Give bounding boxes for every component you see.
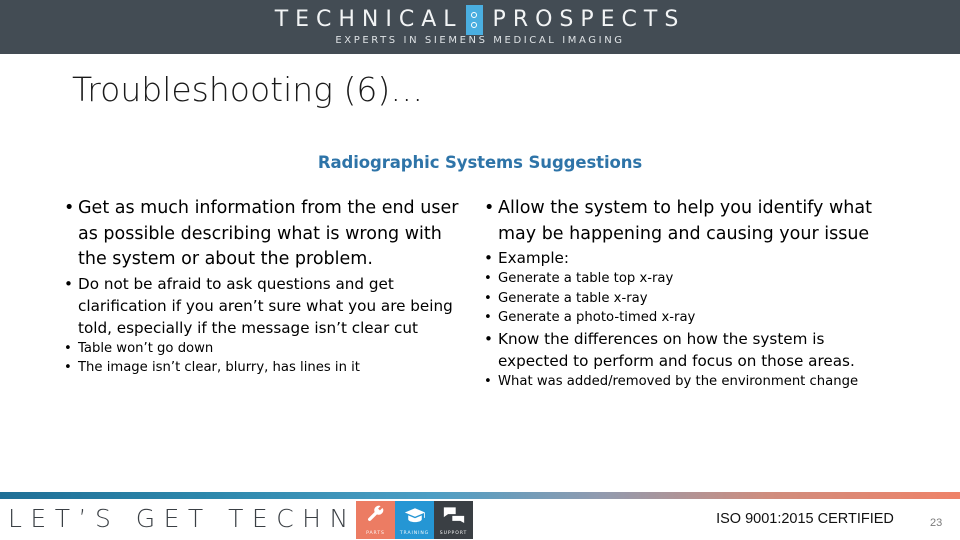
list-item: • Example: (482, 247, 894, 269)
left-bullet-list-level1: • Get as much information from the end u… (62, 196, 474, 273)
logo-word-technical: TECHNICAL (274, 7, 463, 32)
footer-tile-group: PARTS TRAINING SUPPORT (356, 501, 473, 539)
list-item-text: Table won’t go down (78, 340, 214, 356)
bullet-glyph: • (64, 274, 73, 293)
slide-header: TECHNICAL PROSPECTS EXPERTS IN SIEMENS ME… (0, 0, 960, 54)
list-item-text: Know the differences on how the system i… (498, 329, 855, 370)
graduation-cap-icon (395, 505, 434, 525)
list-item-text: What was added/removed by the environmen… (498, 373, 859, 389)
list-item-text: Generate a table top x-ray (498, 271, 674, 286)
footer-tile-label: PARTS (366, 531, 385, 536)
list-item-text: Allow the system to help you identify wh… (498, 198, 872, 244)
page-title: Troubleshooting (6)… (72, 70, 424, 109)
list-item-text: Generate a photo-timed x-ray (498, 310, 696, 325)
list-item: • Get as much information from the end u… (62, 196, 474, 273)
list-item-text: Generate a table x-ray (498, 290, 648, 306)
footer-gradient-bar (0, 492, 960, 499)
list-item-text: Get as much information from the end use… (78, 198, 459, 269)
logo-tagline: EXPERTS IN SIEMENS MEDICAL IMAGING (335, 35, 625, 46)
speech-bubbles-icon (434, 505, 473, 525)
iso-certification-text: ISO 9001:2015 CERTIFIED (716, 511, 894, 527)
bullet-glyph: • (484, 271, 492, 286)
bullet-glyph: • (64, 340, 72, 356)
bullet-glyph: • (484, 329, 493, 348)
bullet-glyph: • (484, 198, 495, 218)
logo-word-prospects: PROSPECTS (492, 7, 686, 32)
slide-body: • Get as much information from the end u… (0, 196, 960, 486)
left-bullet-list-level3: • Table won’t go down • The image isn’t … (62, 339, 474, 378)
list-item: • Table won’t go down (62, 339, 474, 359)
list-item: • Do not be afraid to ask questions and … (62, 273, 474, 339)
bullet-glyph: • (484, 290, 492, 306)
footer-tile-support[interactable]: SUPPORT (434, 501, 473, 539)
left-bullet-list-level2: • Do not be afraid to ask questions and … (62, 273, 474, 339)
company-logo: TECHNICAL PROSPECTS EXPERTS IN SIEMENS ME… (0, 0, 960, 48)
slide-subtitle: Radiographic Systems Suggestions (317, 153, 643, 172)
list-item: • Generate a table x-ray (482, 289, 894, 309)
footer-tile-label: SUPPORT (439, 531, 468, 536)
list-item-text: The image isn’t clear, blurry, has lines… (78, 360, 360, 375)
wrench-icon (356, 505, 395, 525)
page-number: 23 (930, 517, 943, 529)
bullet-glyph: • (484, 310, 492, 325)
footer-tile-parts[interactable]: PARTS (356, 501, 395, 539)
right-bullet-list-example: • Example: (482, 247, 894, 269)
list-item: • Allow the system to help you identify … (482, 196, 894, 247)
left-column: • Get as much information from the end u… (62, 196, 474, 378)
list-item-text: Example: (498, 249, 570, 267)
list-item-text: Do not be afraid to ask questions and ge… (78, 274, 453, 337)
footer-tile-training[interactable]: TRAINING (395, 501, 434, 539)
footer-tile-label: TRAINING (399, 531, 430, 536)
bullet-glyph: • (64, 360, 72, 375)
list-item: • The image isn’t clear, blurry, has lin… (62, 358, 474, 378)
list-item: • What was added/removed by the environm… (482, 372, 894, 392)
right-bullet-list-level1: • Allow the system to help you identify … (482, 196, 894, 247)
logo-dots-icon (465, 5, 483, 35)
right-bullet-list-know: • Know the differences on how the system… (482, 328, 894, 372)
bullet-glyph: • (64, 198, 75, 218)
bullet-glyph: • (484, 249, 493, 267)
list-item: • Know the differences on how the system… (482, 328, 894, 372)
list-item: • Generate a photo-timed x-ray (482, 308, 894, 328)
right-column: • Allow the system to help you identify … (482, 196, 894, 391)
list-item: • Generate a table top x-ray (482, 269, 894, 289)
right-bullet-list-environment: • What was added/removed by the environm… (482, 372, 894, 392)
right-bullet-list-examples: • Generate a table top x-ray • Generate … (482, 269, 894, 328)
logo-wordmark: TECHNICAL PROSPECTS (275, 5, 686, 35)
bullet-glyph: • (484, 373, 492, 389)
